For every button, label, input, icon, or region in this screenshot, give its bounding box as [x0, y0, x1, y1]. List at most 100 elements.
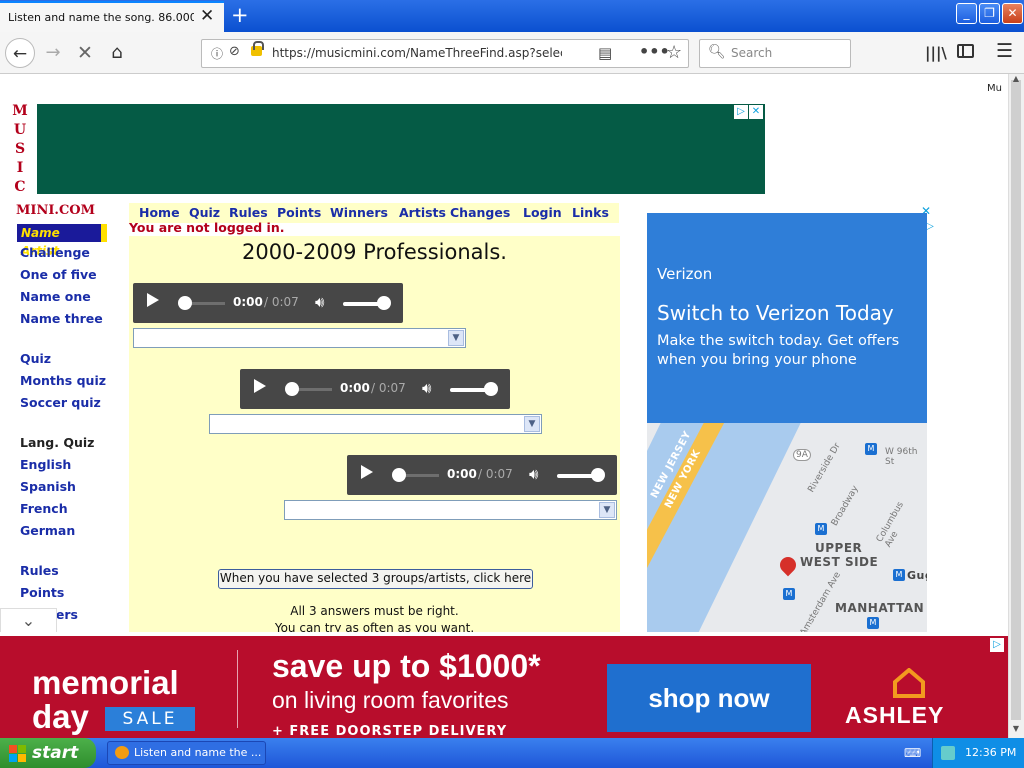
- answer-select-3[interactable]: ▼: [284, 500, 617, 520]
- nav-home[interactable]: Home: [139, 205, 180, 220]
- nav-winners[interactable]: Winners: [330, 205, 388, 220]
- library-icon[interactable]: |||\: [925, 44, 947, 62]
- scroll-up-icon[interactable]: ▲: [1008, 74, 1024, 83]
- minimize-button[interactable]: _: [956, 3, 977, 24]
- nav-changes[interactable]: Changes: [450, 205, 510, 220]
- maximize-button[interactable]: ❐: [979, 3, 1000, 24]
- play-icon[interactable]: [361, 465, 373, 479]
- volume-icon[interactable]: 🔊︎: [315, 293, 324, 311]
- nav-points[interactable]: Points: [277, 205, 321, 220]
- chevron-down-icon[interactable]: ▼: [448, 330, 464, 346]
- quiz-panel: 2000-2009 Professionals. 0:00 / 0:07 🔊︎ …: [129, 236, 620, 632]
- nav-artists[interactable]: Artists: [399, 205, 446, 220]
- stop-loading-button[interactable]: ✕: [70, 38, 100, 68]
- answer-select-1[interactable]: ▼: [133, 328, 466, 348]
- reader-view-icon[interactable]: ▤: [598, 44, 612, 62]
- sidebar-item-english[interactable]: English: [20, 457, 71, 472]
- sidebar-item-name-three[interactable]: Name three: [20, 311, 103, 326]
- forward-button[interactable]: →: [38, 38, 68, 68]
- sidebar-item-rules[interactable]: Rules: [20, 563, 59, 578]
- tab-title: Listen and name the song. 86.000 songs: [8, 11, 194, 24]
- hamburger-menu-icon[interactable]: ☰: [996, 40, 1013, 62]
- scrollbar-thumb[interactable]: [1011, 80, 1021, 720]
- audio-player-2[interactable]: 0:00 / 0:07 🔊︎: [240, 369, 510, 409]
- volume-handle[interactable]: [591, 468, 605, 482]
- seek-handle[interactable]: [285, 382, 299, 396]
- volume-handle[interactable]: [484, 382, 498, 396]
- audio-player-3[interactable]: 0:00 / 0:07 🔊︎: [347, 455, 617, 495]
- play-icon[interactable]: [147, 293, 159, 307]
- close-window-button[interactable]: ✕: [1002, 3, 1023, 24]
- subway-icon: M: [815, 523, 827, 535]
- info-icon[interactable]: ⓘ: [211, 45, 223, 62]
- subway-icon: M: [783, 588, 795, 600]
- ad-map[interactable]: NEW JERSEY NEW YORK UPPER WEST SIDE MANH…: [647, 423, 927, 632]
- seek-handle[interactable]: [178, 296, 192, 310]
- browser-tab[interactable]: Listen and name the song. 86.000 songs ✕: [0, 1, 224, 32]
- subway-icon: M: [893, 569, 905, 581]
- adchoices-icon[interactable]: ▷: [990, 638, 1004, 652]
- sidebar-item-german[interactable]: German: [20, 523, 75, 538]
- chevron-down-icon[interactable]: ⌄: [1, 611, 56, 630]
- sidebar-item-one-of-five[interactable]: One of five: [20, 267, 97, 282]
- sidebar-item-months-quiz[interactable]: Months quiz: [20, 373, 106, 388]
- volume-icon[interactable]: 🔊︎: [529, 465, 538, 483]
- site-logo-vertical[interactable]: M U S I C: [11, 102, 29, 197]
- ashley-banner-ad[interactable]: memorial day SALE save up to $1000* on l…: [0, 636, 1008, 738]
- duration: / 0:07: [264, 295, 299, 309]
- sidebar-item-quiz[interactable]: Quiz: [20, 351, 51, 366]
- url-bar[interactable]: ⓘ ⊘ https://musicmini.com/NameThreeFind.…: [201, 39, 689, 68]
- map-label-gug: Gug: [907, 569, 927, 582]
- answer-select-2[interactable]: ▼: [209, 414, 542, 434]
- play-icon[interactable]: [254, 379, 266, 393]
- network-icon[interactable]: [941, 746, 955, 760]
- back-button[interactable]: ←: [5, 38, 35, 68]
- tracking-shield-icon[interactable]: ⊘: [229, 44, 240, 59]
- url-text[interactable]: https://musicmini.com/NameThreeFind.asp?…: [272, 46, 562, 60]
- collapse-panel-tab[interactable]: ⌄: [0, 608, 57, 632]
- taskbar-window-item[interactable]: Listen and name the ...: [107, 741, 266, 765]
- chevron-down-icon[interactable]: ▼: [524, 416, 540, 432]
- site-logo-text[interactable]: MINI.COM: [16, 203, 95, 218]
- sidebar-item-soccer-quiz[interactable]: Soccer quiz: [20, 395, 101, 410]
- nav-rules[interactable]: Rules: [229, 205, 268, 220]
- verizon-panel[interactable]: Verizon Switch to Verizon Today Make the…: [647, 213, 927, 423]
- search-input[interactable]: Search: [731, 46, 772, 60]
- ad-brand: Verizon: [657, 265, 713, 283]
- tab-close-icon[interactable]: ✕: [200, 6, 214, 26]
- shop-now-button[interactable]: shop now: [607, 664, 811, 732]
- lock-icon[interactable]: [251, 41, 264, 56]
- submit-answers-button[interactable]: When you have selected 3 groups/artists,…: [218, 569, 533, 589]
- sidebar-item-french[interactable]: French: [20, 501, 68, 516]
- nav-links[interactable]: Links: [572, 205, 609, 220]
- audio-player-1[interactable]: 0:00 / 0:07 🔊︎: [133, 283, 403, 323]
- adchoices-icon[interactable]: ▷: [734, 105, 748, 119]
- sidebar-item-challenge[interactable]: Challenge: [20, 245, 90, 260]
- name-artist-banner[interactable]: Name Artist: [17, 224, 107, 258]
- page-title: 2000-2009 Professionals.: [242, 240, 507, 264]
- ad-body: Make the switch today. Get offers when y…: [657, 333, 900, 368]
- seek-handle[interactable]: [392, 468, 406, 482]
- sidebar-item-spanish[interactable]: Spanish: [20, 479, 76, 494]
- sidebar-item-points[interactable]: Points: [20, 585, 64, 600]
- search-bar[interactable]: 🔍︎ Search: [699, 39, 851, 68]
- volume-icon[interactable]: 🔊︎: [422, 379, 431, 397]
- keyboard-icon[interactable]: ⌨: [904, 746, 921, 760]
- nav-quiz[interactable]: Quiz: [189, 205, 220, 220]
- map-label-west-side: WEST SIDE: [800, 555, 879, 569]
- firefox-icon: [115, 746, 129, 759]
- new-tab-button[interactable]: +: [231, 3, 249, 27]
- ad-close-icon[interactable]: ✕: [749, 105, 763, 119]
- scroll-down-icon[interactable]: ▼: [1008, 724, 1024, 733]
- bookmark-star-icon[interactable]: ☆: [666, 42, 682, 63]
- top-banner-ad[interactable]: ▷ ✕: [37, 104, 765, 194]
- map-pin-icon[interactable]: [776, 553, 800, 577]
- sidebar-item-name-one[interactable]: Name one: [20, 289, 91, 304]
- home-button[interactable]: ⌂: [102, 38, 132, 68]
- verizon-ad[interactable]: ✕ ▷ Verizon Switch to Verizon Today Make…: [647, 204, 937, 632]
- nav-login[interactable]: Login: [523, 205, 562, 220]
- chevron-down-icon[interactable]: ▼: [599, 502, 615, 518]
- map-label-manhattan: MANHATTAN: [835, 601, 925, 615]
- volume-handle[interactable]: [377, 296, 391, 310]
- sidebar-toggle-icon[interactable]: [957, 44, 974, 58]
